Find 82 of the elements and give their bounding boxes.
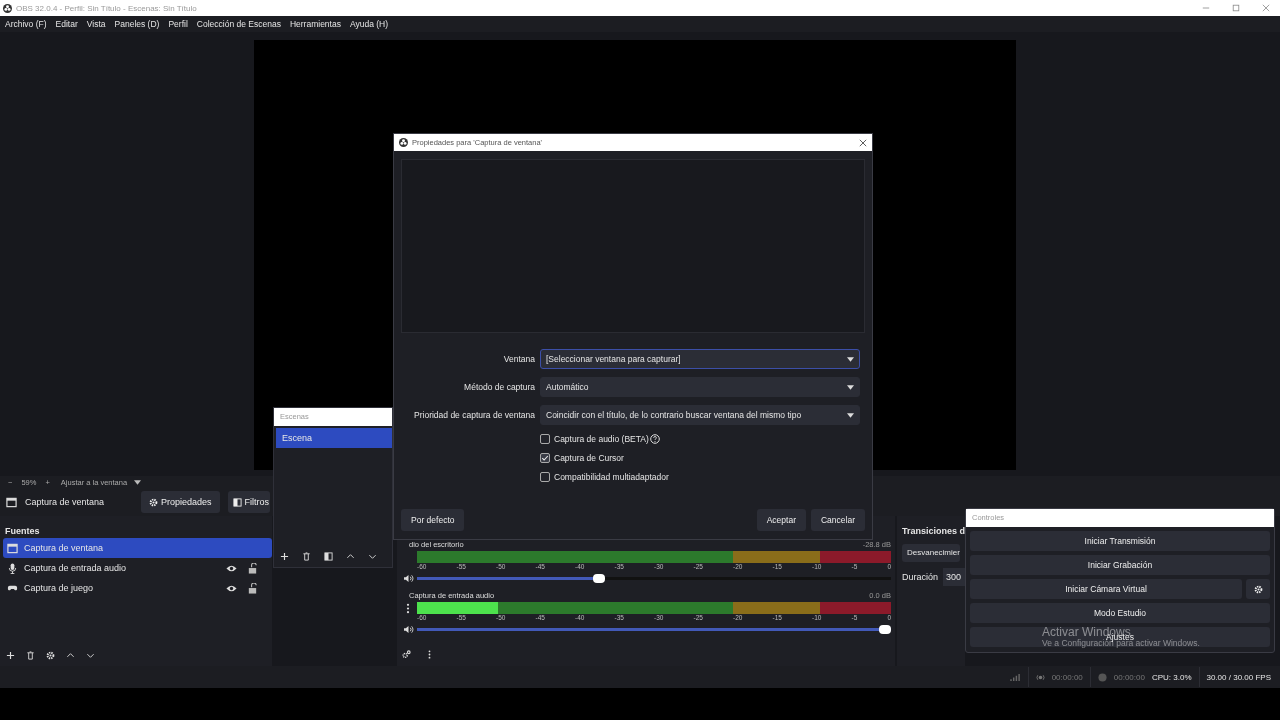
properties-button[interactable]: Propiedades [141, 491, 220, 513]
source-item[interactable]: Captura de juego [3, 578, 272, 598]
help-icon[interactable] [649, 433, 660, 444]
menu-item[interactable]: Herramientas [289, 19, 341, 29]
gear-icon [1253, 584, 1263, 594]
speaker-icon[interactable] [402, 574, 414, 583]
filter-icon [232, 497, 242, 507]
gear-icon [149, 497, 158, 507]
scene-item[interactable]: Escena [276, 428, 392, 448]
caret-icon [847, 412, 854, 418]
control-button[interactable]: Iniciar Cámara Virtual [970, 579, 1242, 599]
defaults-button[interactable]: Por defecto [401, 509, 465, 531]
caret-icon[interactable] [134, 479, 142, 485]
checkbox-label[interactable]: Captura de audio (BETA) [554, 433, 649, 444]
source-name: Captura de juego [24, 583, 95, 593]
menu-item[interactable]: Vista [86, 19, 106, 29]
more-options-icon[interactable] [406, 602, 410, 614]
accept-button[interactable]: Aceptar [756, 509, 806, 531]
cpu-usage: CPU: 3.0% [1151, 672, 1192, 682]
menu-item[interactable]: Colección de Escenas [196, 19, 281, 29]
up-icon[interactable] [346, 551, 355, 561]
field-label: Método de captura [463, 382, 535, 392]
control-button[interactable]: Iniciar Transmisión [970, 531, 1270, 551]
duration-field[interactable]: 300 [943, 568, 965, 586]
up-icon[interactable] [66, 650, 75, 660]
window-icon [7, 542, 18, 554]
settings-button[interactable] [1246, 579, 1270, 599]
dropdown[interactable]: Coincidir con el título, de lo contrario buscar ventana del mismo tipo [540, 405, 860, 425]
lock-icon[interactable] [247, 562, 258, 574]
record-icon [1097, 672, 1107, 682]
dropdown[interactable]: Automático [540, 377, 860, 397]
menu-item[interactable]: Archivo (F) [5, 19, 47, 29]
caret-icon [847, 356, 854, 362]
field-label: Ventana [502, 354, 535, 364]
volume-slider[interactable] [417, 574, 891, 583]
fps-counter: 30.00 / 30.00 FPS [1206, 672, 1271, 682]
signal-icon [1009, 672, 1021, 682]
checkbox-label[interactable]: Captura de Cursor [554, 452, 624, 463]
checkbox-label[interactable]: Compatibilidad multiadaptador [554, 471, 669, 482]
microphone-icon [7, 562, 18, 574]
gears-icon[interactable] [402, 649, 411, 659]
app-logo-icon [399, 138, 408, 147]
caret-icon [847, 384, 854, 390]
source-item[interactable]: Captura de entrada audio [3, 558, 272, 578]
stream-time: 00:00:00 [1051, 672, 1083, 682]
add-icon[interactable] [6, 650, 15, 660]
menu-item[interactable]: Ayuda (H) [349, 19, 389, 29]
source-name: Captura de entrada audio [24, 563, 128, 573]
menu-item[interactable]: Perfil [168, 19, 188, 29]
volume-slider[interactable] [417, 625, 891, 634]
maximize-icon[interactable] [1232, 4, 1240, 12]
lock-icon[interactable] [247, 582, 258, 594]
close-icon[interactable] [859, 138, 867, 147]
checkbox[interactable] [540, 471, 550, 482]
filters-button[interactable]: Filtros [227, 491, 271, 513]
control-button[interactable]: Modo Estudio [970, 603, 1270, 623]
speaker-icon[interactable] [402, 625, 414, 634]
menu-item[interactable]: Paneles (D) [114, 19, 160, 29]
selected-source-name: Captura de ventana [25, 497, 106, 507]
window-title: OBS 32.0.4 - Perfil: Sin Título - Escenas: Sin Título [16, 3, 197, 13]
control-button[interactable]: Iniciar Grabación [970, 555, 1270, 575]
window-icon [6, 496, 17, 508]
source-name: Captura de ventana [24, 543, 105, 553]
trash-icon[interactable] [302, 551, 311, 561]
record-time: 00:00:00 [1113, 672, 1145, 682]
settings-icon[interactable] [46, 650, 55, 660]
dropdown[interactable]: [Seleccionar ventana para capturar] [540, 349, 860, 369]
app-logo-icon [3, 3, 12, 13]
duration-label: Duración [902, 572, 939, 582]
menu-item[interactable]: Editar [55, 19, 78, 29]
dock-title: Fuentes [4, 525, 41, 538]
trash-icon[interactable] [26, 650, 35, 660]
checkbox[interactable] [540, 433, 550, 444]
checkbox[interactable] [540, 452, 550, 463]
cancel-button[interactable]: Cancelar [810, 509, 865, 531]
filter-icon[interactable] [324, 551, 333, 561]
transition-select[interactable]: Desvanecimier [902, 544, 960, 562]
stream-icon [1035, 672, 1045, 682]
source-item[interactable]: Captura de ventana [3, 538, 272, 558]
add-icon[interactable] [280, 551, 289, 561]
dock-title: Transiciones d [901, 525, 965, 538]
field-label: Prioridad de captura de ventana [413, 410, 535, 420]
